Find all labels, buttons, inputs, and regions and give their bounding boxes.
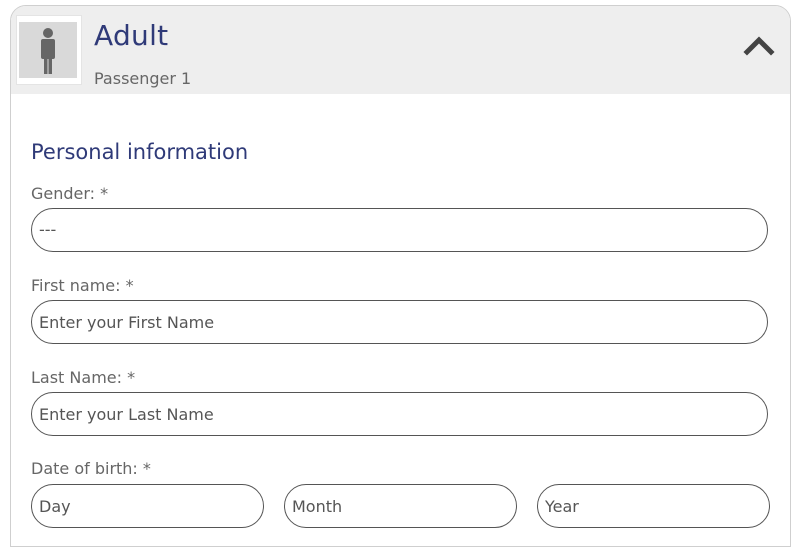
first-name-input[interactable] — [31, 300, 768, 344]
avatar — [16, 15, 82, 85]
dob-label: Date of birth: * — [31, 459, 151, 478]
dob-month-input[interactable] — [284, 484, 517, 528]
last-name-input[interactable] — [31, 392, 768, 436]
passenger-card: Adult Passenger 1 Personal information G… — [10, 5, 791, 547]
section-title: Personal information — [31, 140, 249, 164]
avatar-background — [19, 22, 77, 78]
chevron-up-icon — [743, 36, 775, 56]
passenger-type-title: Adult — [94, 19, 169, 52]
passenger-number: Passenger 1 — [94, 69, 192, 88]
gender-select[interactable]: --- — [31, 208, 768, 252]
dob-day-input[interactable] — [31, 484, 264, 528]
collapse-button[interactable] — [742, 30, 776, 60]
first-name-label: First name: * — [31, 276, 134, 295]
last-name-label: Last Name: * — [31, 368, 136, 387]
passenger-header[interactable]: Adult Passenger 1 — [11, 6, 790, 94]
dob-year-input[interactable] — [537, 484, 770, 528]
gender-selected-value: --- — [39, 220, 57, 239]
person-icon — [41, 28, 55, 74]
gender-label: Gender: * — [31, 184, 109, 203]
